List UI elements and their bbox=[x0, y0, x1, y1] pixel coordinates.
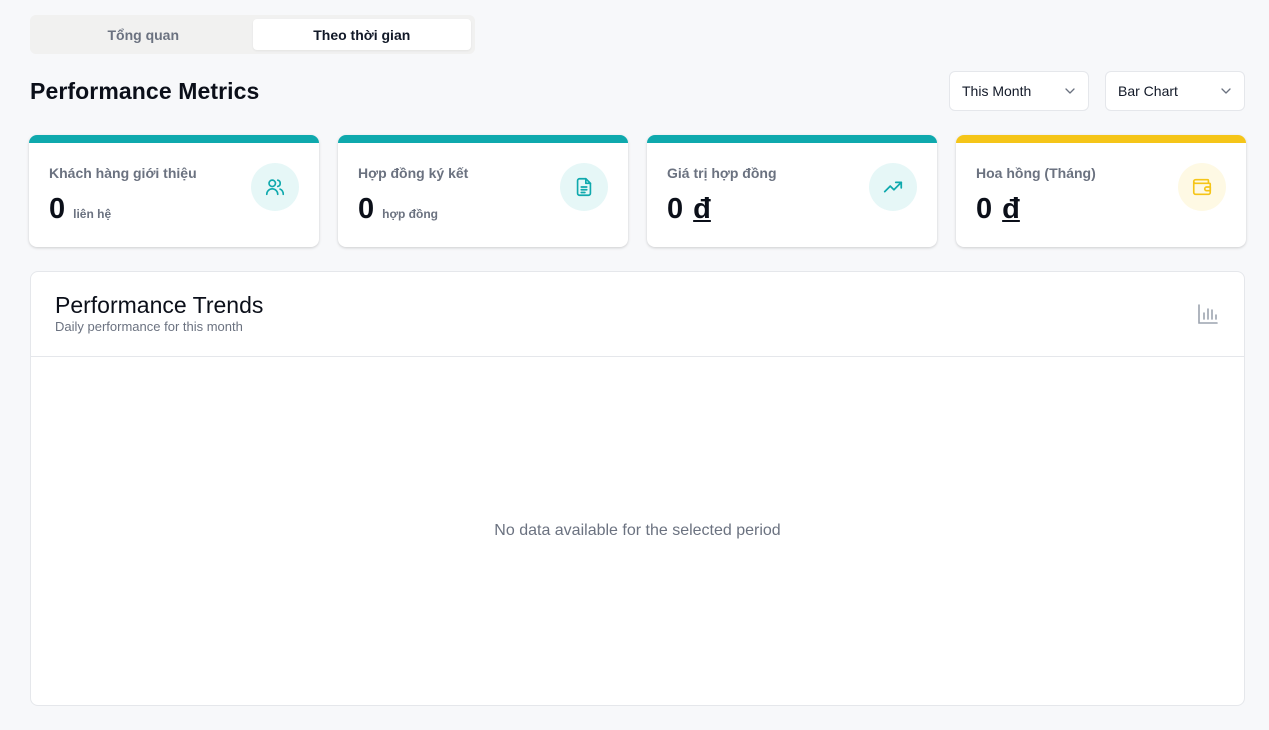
card-accent-bar bbox=[338, 135, 628, 143]
page-title: Performance Metrics bbox=[30, 78, 260, 104]
chevron-down-icon bbox=[1221, 88, 1231, 94]
metric-value: 0 bbox=[976, 193, 993, 225]
metric-label: Giá trị hợp đồng bbox=[667, 165, 777, 181]
tab-overview[interactable]: Tổng quan bbox=[34, 19, 253, 50]
metric-label: Hợp đồng ký kết bbox=[358, 165, 469, 181]
metric-value: 0 bbox=[358, 193, 375, 225]
view-tabs: Tổng quan Theo thời gian bbox=[30, 15, 475, 54]
trending-up-icon bbox=[869, 163, 917, 211]
metric-value-row: 0 liên hệ bbox=[49, 193, 111, 226]
page: Tổng quan Theo thời gian Performance Met… bbox=[0, 0, 1269, 730]
empty-state-message: No data available for the selected perio… bbox=[494, 522, 781, 539]
metric-value-row: 0 đ bbox=[667, 193, 711, 226]
metric-card-referrals: Khách hàng giới thiệu 0 liên hệ bbox=[29, 135, 319, 247]
chevron-down-icon bbox=[1065, 88, 1075, 94]
period-select[interactable]: This Month bbox=[949, 71, 1089, 111]
panel-title: Performance Trends bbox=[55, 292, 264, 318]
period-select-value: This Month bbox=[962, 83, 1032, 99]
card-accent-bar bbox=[956, 135, 1246, 143]
card-accent-bar bbox=[647, 135, 937, 143]
metric-card-contract-value: Giá trị hợp đồng 0 đ bbox=[647, 135, 937, 247]
document-icon bbox=[560, 163, 608, 211]
performance-trends-panel: Performance Trends Daily performance for… bbox=[30, 271, 1245, 706]
metric-unit: hợp đồng bbox=[382, 207, 438, 221]
wallet-icon bbox=[1178, 163, 1226, 211]
tab-by-time[interactable]: Theo thời gian bbox=[252, 19, 471, 50]
metric-value-row: 0 hợp đồng bbox=[358, 193, 438, 226]
currency-symbol: đ bbox=[693, 193, 711, 225]
metric-value: 0 bbox=[667, 193, 684, 225]
chart-type-select-value: Bar Chart bbox=[1118, 83, 1178, 99]
card-accent-bar bbox=[29, 135, 319, 143]
users-icon bbox=[251, 163, 299, 211]
bar-chart-icon bbox=[1198, 304, 1218, 324]
metric-unit: liên hệ bbox=[73, 207, 112, 221]
chart-type-select[interactable]: Bar Chart bbox=[1105, 71, 1245, 111]
panel-subtitle: Daily performance for this month bbox=[55, 319, 243, 334]
metric-card-contracts: Hợp đồng ký kết 0 hợp đồng bbox=[338, 135, 628, 247]
metric-value-row: 0 đ bbox=[976, 193, 1020, 226]
metric-card-commission: Hoa hồng (Tháng) 0 đ bbox=[956, 135, 1246, 247]
metric-label: Khách hàng giới thiệu bbox=[49, 165, 197, 181]
metric-label: Hoa hồng (Tháng) bbox=[976, 165, 1096, 181]
metric-value: 0 bbox=[49, 193, 66, 225]
currency-symbol: đ bbox=[1002, 193, 1020, 225]
panel-header: Performance Trends Daily performance for… bbox=[31, 272, 1244, 357]
